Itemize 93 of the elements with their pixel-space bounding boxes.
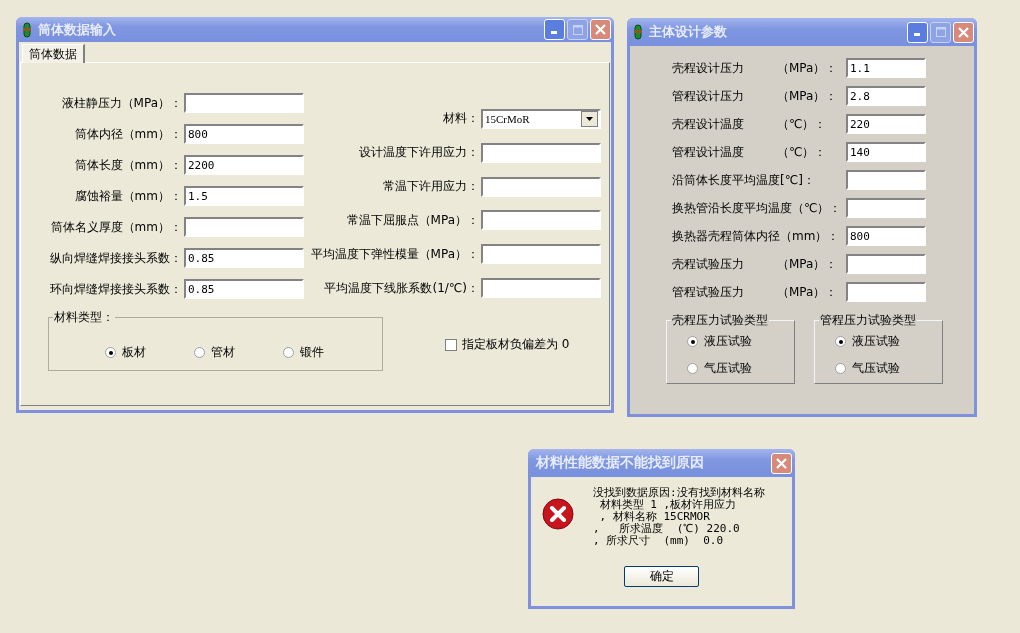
radio-label: 锻件 bbox=[300, 344, 324, 361]
radio-label: 管材 bbox=[211, 344, 235, 361]
close-icon bbox=[958, 26, 969, 38]
radio-button[interactable] bbox=[194, 347, 205, 358]
input-field[interactable]: 1.1 bbox=[846, 58, 926, 78]
input-field[interactable] bbox=[481, 244, 601, 265]
field-label: 管程设计压力 bbox=[672, 87, 745, 105]
group-label: 管程压力试验类型 bbox=[819, 312, 917, 329]
field-label: 壳程试验压力 bbox=[672, 255, 745, 273]
input-field[interactable] bbox=[481, 210, 601, 231]
error-icon bbox=[542, 498, 574, 530]
unit-label: （℃）： bbox=[777, 143, 828, 161]
input-field[interactable]: 800 bbox=[184, 124, 304, 144]
message-line: , 所求温度 (℃) 220.0 bbox=[593, 523, 741, 535]
field-label: 筒体名义厚度（mm）： bbox=[49, 218, 182, 236]
field-label: 筒体内径（mm）： bbox=[73, 125, 182, 143]
maximize-icon bbox=[935, 27, 946, 37]
input-field[interactable]: 220 bbox=[846, 114, 926, 134]
field-label: 设计温度下许用应力： bbox=[358, 144, 479, 162]
minimize-button[interactable] bbox=[907, 21, 928, 43]
input-field[interactable] bbox=[846, 198, 926, 218]
unit-label: （MPa）： bbox=[777, 283, 839, 301]
field-label: 液柱静压力（MPa）： bbox=[60, 94, 182, 112]
group-label: 壳程压力试验类型 bbox=[671, 312, 769, 329]
radio-button[interactable] bbox=[283, 347, 294, 358]
field-label: 换热器壳程筒体内径（mm）： bbox=[672, 227, 841, 245]
radio-label: 板材 bbox=[122, 344, 146, 361]
input-field[interactable] bbox=[184, 93, 304, 113]
input-field[interactable]: 1.5 bbox=[184, 186, 304, 206]
field-label: 管程设计温度 bbox=[672, 143, 745, 161]
dialog-title: 材料性能数据不能找到原因 bbox=[536, 454, 705, 472]
message-line: 材料类型 1 ,板材许用应力 bbox=[598, 499, 737, 511]
radio-button[interactable] bbox=[687, 363, 698, 374]
tab[interactable]: 筒体数据 bbox=[22, 44, 85, 63]
field-label: 沿筒体长度平均温度[℃]： bbox=[672, 171, 816, 189]
field-label: 纵向焊缝焊接接头系数： bbox=[49, 249, 182, 267]
radio-button[interactable] bbox=[835, 336, 846, 347]
radio-button[interactable] bbox=[687, 336, 698, 347]
field-label: 壳程设计温度 bbox=[672, 115, 745, 133]
input-field[interactable] bbox=[846, 282, 926, 302]
unit-label: （MPa）： bbox=[777, 87, 839, 105]
message-line: , 材料名称 15CRMOR bbox=[598, 511, 710, 523]
unit-label: （MPa）： bbox=[777, 59, 839, 77]
radio-label: 气压试验 bbox=[704, 360, 752, 377]
field-label: 管程试验压力 bbox=[672, 283, 745, 301]
cylinder-icon bbox=[22, 21, 32, 38]
radio-label: 液压试验 bbox=[852, 333, 900, 350]
group-label: 材料类型： bbox=[53, 309, 115, 326]
window-title: 主体设计参数 bbox=[649, 23, 728, 41]
dropdown[interactable]: 15CrMoR bbox=[481, 108, 601, 129]
input-field[interactable]: 2200 bbox=[184, 155, 304, 175]
unit-label: （℃）： bbox=[777, 115, 828, 133]
unit-label: （MPa）： bbox=[777, 255, 839, 273]
field-label: 腐蚀裕量（mm）： bbox=[73, 187, 182, 205]
caret-icon bbox=[586, 116, 593, 121]
input-field[interactable]: 800 bbox=[846, 226, 926, 246]
close-button[interactable] bbox=[771, 452, 792, 474]
checkbox-label: 指定板材负偏差为 0 bbox=[462, 336, 570, 353]
checkbox[interactable] bbox=[445, 338, 457, 351]
close-icon bbox=[595, 24, 606, 35]
input-field[interactable] bbox=[481, 176, 601, 197]
radio-button[interactable] bbox=[835, 363, 846, 374]
input-field[interactable]: 0.85 bbox=[184, 248, 304, 268]
maximize-icon bbox=[572, 24, 583, 35]
ok-button[interactable]: 确定 bbox=[624, 566, 699, 587]
minimize-button[interactable] bbox=[544, 19, 565, 40]
field-label: 壳程设计压力 bbox=[672, 59, 745, 77]
cylinder-icon bbox=[633, 24, 643, 40]
close-button[interactable] bbox=[590, 19, 611, 40]
close-button[interactable] bbox=[953, 21, 974, 43]
input-field[interactable] bbox=[846, 254, 926, 274]
field-label: 常温下许用应力： bbox=[382, 178, 479, 196]
input-field[interactable]: 2.8 bbox=[846, 86, 926, 106]
window-title: 筒体数据输入 bbox=[38, 20, 117, 39]
input-field[interactable]: 140 bbox=[846, 142, 926, 162]
field-label: 材料： bbox=[442, 110, 479, 128]
radio-label: 液压试验 bbox=[704, 333, 752, 350]
input-field[interactable] bbox=[481, 278, 601, 299]
input-field[interactable] bbox=[846, 170, 926, 190]
input-field[interactable]: 0.85 bbox=[184, 279, 304, 299]
message-line: 没找到数据原因:没有找到材料名称 bbox=[593, 487, 765, 499]
radio-label: 气压试验 bbox=[852, 360, 900, 377]
field-label: 筒体长度（mm）： bbox=[73, 156, 182, 174]
input-field[interactable] bbox=[184, 217, 304, 237]
input-field[interactable] bbox=[481, 142, 601, 163]
message-line: , 所求尺寸 (mm) 0.0 bbox=[593, 535, 725, 547]
field-label: 平均温度下线胀系数(1/℃)： bbox=[323, 279, 479, 297]
field-label: 常温下屈服点（MPa）： bbox=[345, 211, 479, 229]
close-icon bbox=[776, 457, 787, 469]
field-label: 环向焊缝焊接接头系数： bbox=[49, 280, 182, 298]
field-label: 换热管沿长度平均温度（℃）： bbox=[672, 199, 843, 217]
field-label: 平均温度下弹性模量（MPa）： bbox=[309, 245, 479, 263]
radio-button[interactable] bbox=[105, 347, 116, 358]
